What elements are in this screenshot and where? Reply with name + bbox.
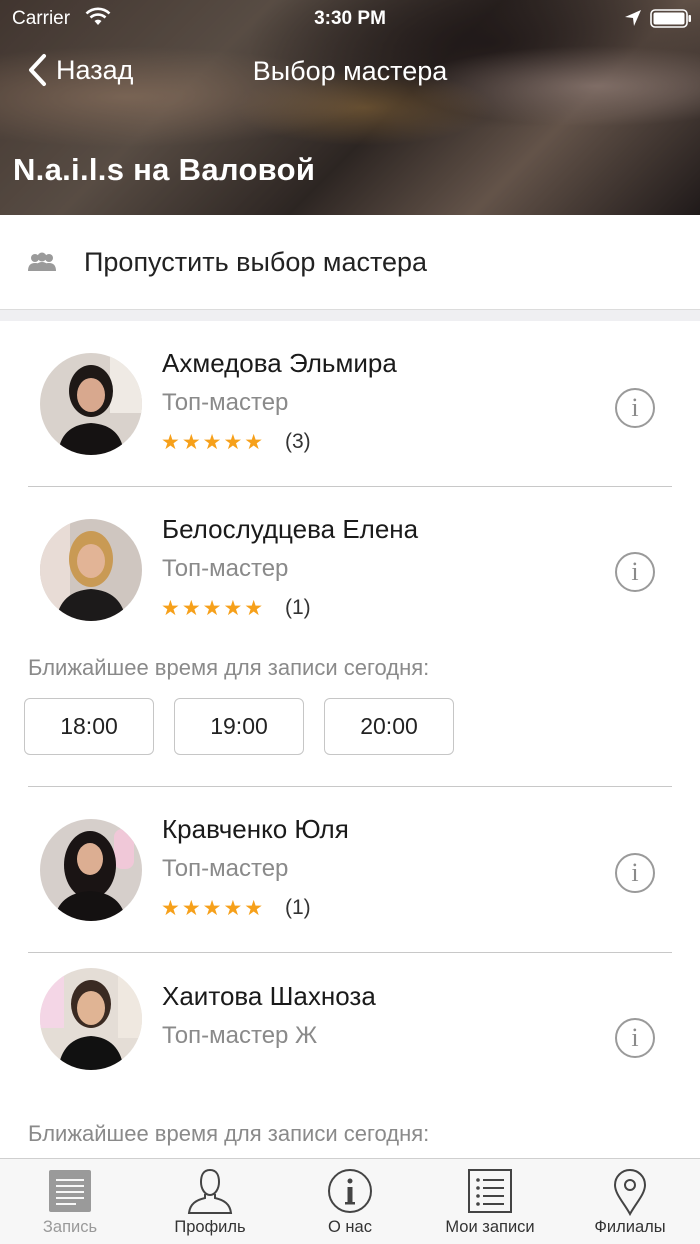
master-info-button[interactable]: i <box>615 1018 655 1058</box>
nearest-time-label: Ближайшее время для записи сегодня: <box>28 655 430 680</box>
salon-header: Carrier 3:30 PM Назад Выбор мастера N.a.… <box>0 0 700 215</box>
master-info-button[interactable]: i <box>615 552 655 592</box>
person-icon <box>187 1168 233 1214</box>
info-icon: i <box>631 557 639 586</box>
master-row[interactable]: Кравченко Юля Топ-мастер ★★★★★ (1) i <box>0 787 700 952</box>
master-info-button[interactable]: i <box>615 853 655 893</box>
info-icon: i <box>631 1023 639 1052</box>
master-role: Топ-мастер <box>162 855 289 882</box>
battery-icon <box>650 9 691 28</box>
master-name: Хаитова Шахноза <box>162 981 376 1011</box>
tab-about[interactable]: О нас <box>280 1159 420 1244</box>
info-icon: i <box>631 393 639 422</box>
master-name: Кравченко Юля <box>162 814 349 844</box>
master-row[interactable]: Ахмедова Эльмира Топ-мастер ★★★★★ (3) i <box>0 321 700 486</box>
tab-label: Запись <box>42 1218 98 1236</box>
master-role: Топ-мастер <box>162 555 289 582</box>
tab-label: Филиалы <box>594 1218 666 1236</box>
review-count: (3) <box>285 430 311 453</box>
tab-label: Мои записи <box>445 1218 535 1236</box>
info-icon <box>328 1169 372 1213</box>
avatar <box>40 819 142 921</box>
nearest-time-label: Ближайшее время для записи сегодня: <box>28 1121 430 1146</box>
master-name: Белослудцева Елена <box>162 514 419 544</box>
rating-stars: ★★★★★ <box>161 897 266 920</box>
time-slot-button[interactable]: 18:00 <box>24 698 154 755</box>
master-name: Ахмедова Эльмира <box>162 348 397 378</box>
tab-label: О нас <box>328 1218 372 1236</box>
avatar <box>40 353 142 455</box>
time-slot-button[interactable]: 19:00 <box>174 698 304 755</box>
time-slot-button[interactable]: 20:00 <box>324 698 454 755</box>
tab-bar: Запись Профиль О нас Мои записи Филиалы <box>0 1158 700 1244</box>
skip-label: Пропустить выбор мастера <box>84 247 428 277</box>
master-row[interactable]: Хаитова Шахноза Топ-мастер Ж i Ближайшее… <box>0 953 700 1158</box>
tab-my-bookings[interactable]: Мои записи <box>420 1159 560 1244</box>
avatar <box>40 519 142 621</box>
master-info-button[interactable]: i <box>615 388 655 428</box>
section-gap <box>0 309 700 321</box>
page-title: Выбор мастера <box>252 56 448 86</box>
location-arrow-icon <box>625 10 641 26</box>
list-icon <box>468 1169 512 1213</box>
tab-label: Профиль <box>174 1218 246 1236</box>
skip-master-selection-row[interactable]: Пропустить выбор мастера <box>0 215 700 309</box>
rating-stars: ★★★★★ <box>161 431 266 454</box>
avatar <box>40 968 142 1070</box>
tab-booking[interactable]: Запись <box>0 1159 140 1244</box>
group-icon <box>28 252 56 271</box>
info-icon: i <box>631 858 639 887</box>
tab-profile[interactable]: Профиль <box>140 1159 280 1244</box>
map-pin-icon <box>613 1169 647 1217</box>
master-row[interactable]: Белослудцева Елена Топ-мастер ★★★★★ (1) … <box>0 487 700 787</box>
master-role: Топ-мастер Ж <box>162 1022 318 1049</box>
status-bar: Carrier 3:30 PM <box>0 0 700 38</box>
review-count: (1) <box>285 596 311 619</box>
document-icon <box>49 1170 91 1212</box>
clock: 3:30 PM <box>314 8 386 29</box>
rating-stars: ★★★★★ <box>161 597 266 620</box>
review-count: (1) <box>285 896 311 919</box>
tab-branches[interactable]: Филиалы <box>560 1159 700 1244</box>
master-role: Топ-мастер <box>162 389 289 416</box>
salon-name: N.a.i.l.s на Валовой <box>13 152 316 187</box>
